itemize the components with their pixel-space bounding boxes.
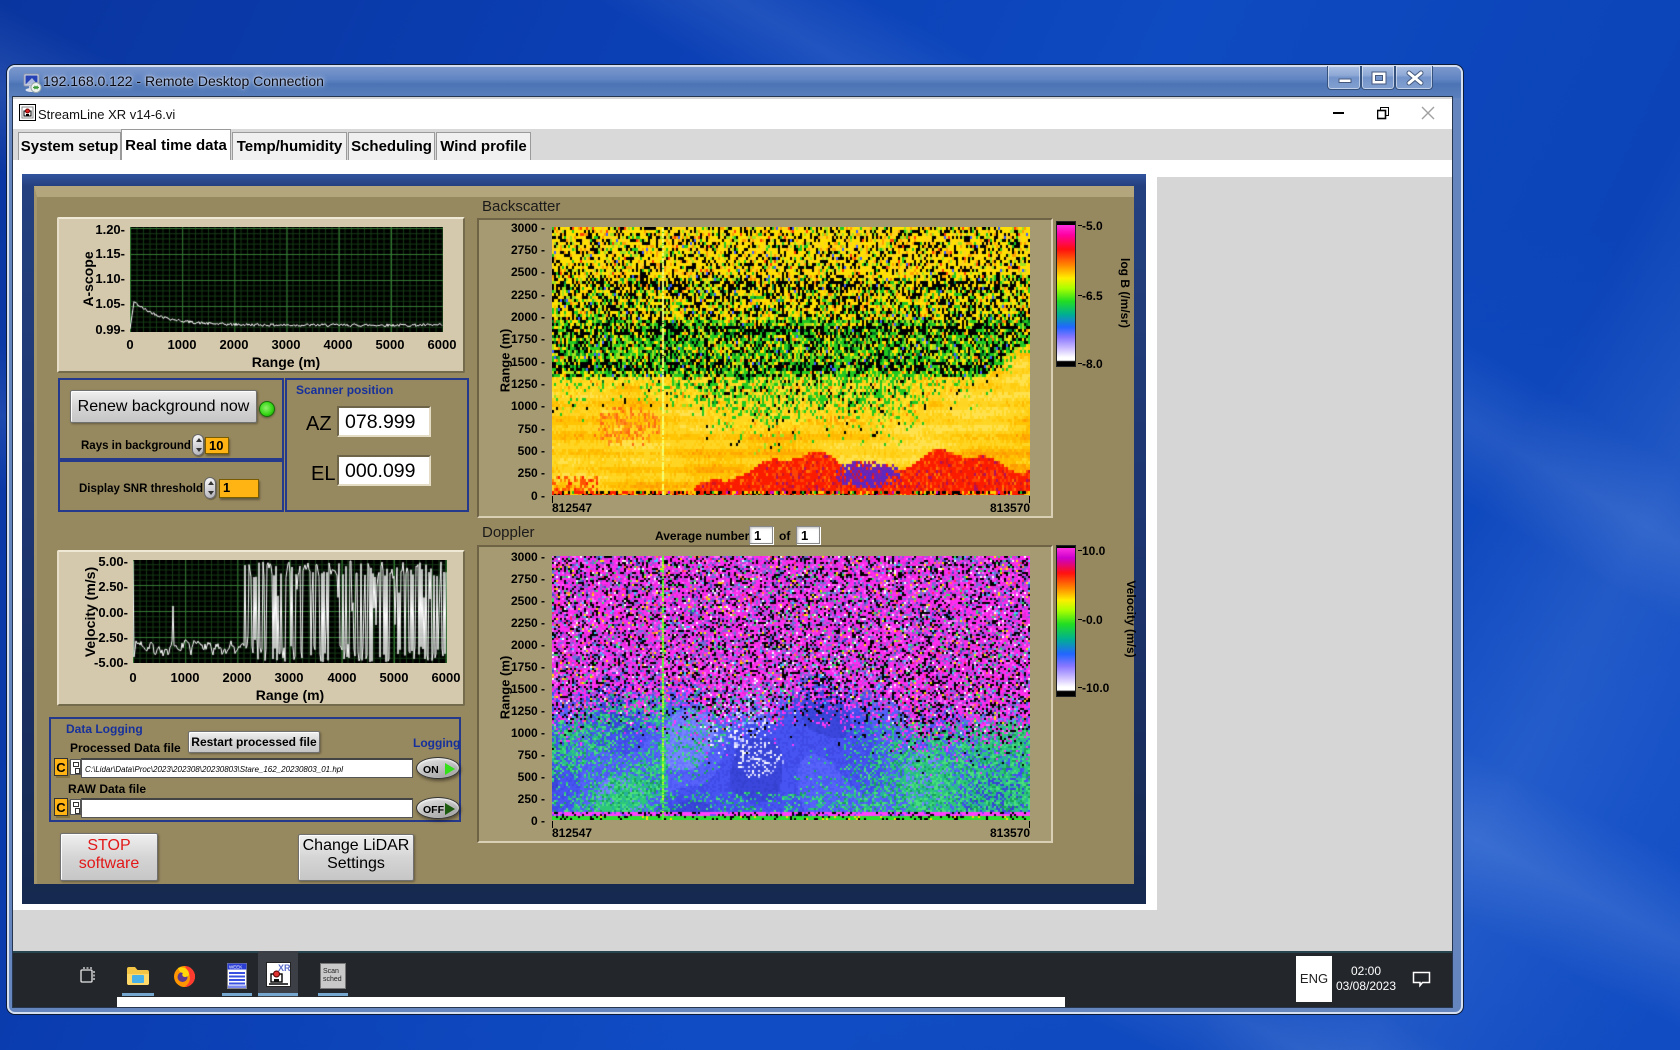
svg-text:Scan: Scan <box>323 968 339 975</box>
svg-text:WEEK: WEEK <box>229 965 242 970</box>
svg-text:XR: XR <box>278 963 291 973</box>
svg-text:sched: sched <box>323 976 342 983</box>
